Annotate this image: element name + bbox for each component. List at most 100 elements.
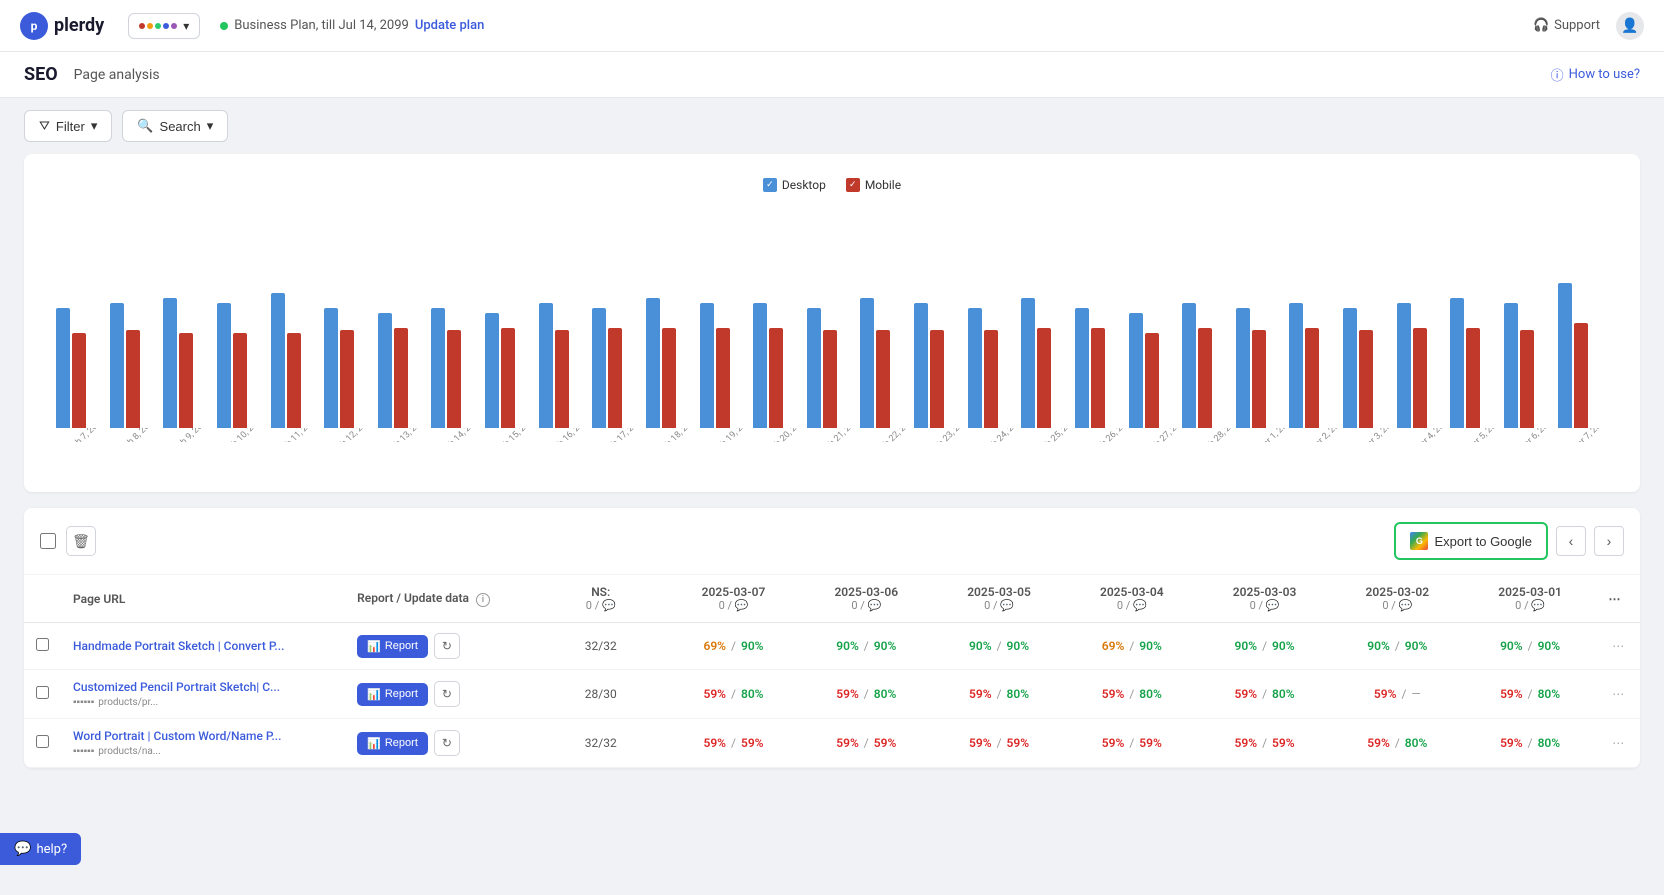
bar-desktop [110, 303, 124, 428]
filter-label: Filter [56, 119, 85, 134]
bar-mobile [716, 328, 730, 428]
bar-mobile [1091, 328, 1105, 428]
bar-mobile [930, 330, 944, 428]
bar-group [378, 313, 429, 428]
bar-desktop [646, 298, 660, 428]
export-google-button[interactable]: G Export to Google [1394, 522, 1548, 560]
bar-desktop [271, 293, 285, 428]
refresh-button[interactable]: ↻ [434, 681, 460, 707]
next-page-button[interactable]: › [1594, 526, 1624, 556]
chevron-down-icon: ▾ [183, 19, 189, 33]
desktop-checkbox[interactable]: ✓ [763, 178, 777, 192]
main-content: ✓ Desktop ✓ Mobile Feb 7, 2025Feb 8, 202… [0, 154, 1664, 792]
help-button[interactable]: 💬 help? [0, 833, 81, 865]
chart-date-label: Feb 25, 2025 [1035, 428, 1081, 442]
bar-group [110, 303, 161, 428]
chart-date-label: Mar 2, 2025 [1304, 428, 1349, 442]
filter-icon: ⛛ [39, 118, 50, 134]
bar-group [860, 298, 911, 428]
table-row: Word Portrait | Custom Word/Name P... ▪▪… [24, 719, 1640, 768]
user-avatar[interactable]: 👤 [1616, 12, 1644, 40]
score-cell: 59% / 80% [1464, 719, 1597, 768]
url-sub: ▪▪▪▪▪▪ products/na... [73, 746, 333, 757]
chevron-down-icon: ▾ [207, 118, 214, 134]
chart-date-label: Feb 20, 2025 [764, 428, 810, 442]
brand-name: plerdy [54, 15, 104, 36]
bar-mobile [340, 330, 354, 428]
info-icon[interactable]: i [476, 593, 490, 607]
chart-date-label: Mar 7, 2025 [1566, 428, 1611, 442]
table-row: Handmade Portrait Sketch | Convert P... … [24, 623, 1640, 670]
bar-desktop [700, 303, 714, 428]
bar-group [700, 303, 751, 428]
chart-date-label: Feb 13, 2025 [383, 428, 429, 442]
bar-group [217, 303, 268, 428]
table-header-row: Page URL Report / Update data i NS: 0 / … [24, 575, 1640, 623]
select-all-checkbox[interactable] [40, 533, 56, 549]
url-sub: ▪▪▪▪▪▪ products/pr... [73, 697, 333, 708]
how-to-use-link[interactable]: ⓘ How to use? [1551, 65, 1640, 84]
row-checkbox-cell [24, 719, 61, 768]
bar-mobile [1037, 328, 1051, 428]
chart-date-label: Feb 14, 2025 [438, 428, 484, 442]
bar-mobile [287, 333, 301, 428]
report-button[interactable]: 📊 Report [357, 635, 428, 658]
bar-desktop [56, 308, 70, 428]
row-checkbox[interactable] [36, 686, 49, 699]
chart-legend: ✓ Desktop ✓ Mobile [48, 178, 1616, 192]
bar-mobile [179, 333, 193, 428]
update-plan-link[interactable]: Update plan [415, 18, 485, 33]
page-analysis-label: Page analysis [74, 67, 160, 83]
row-checkbox[interactable] [36, 735, 49, 748]
bar-group [1397, 303, 1448, 428]
url-link[interactable]: Word Portrait | Custom Word/Name P... [73, 729, 333, 743]
bar-mobile [1574, 323, 1588, 428]
mobile-checkbox[interactable]: ✓ [846, 178, 860, 192]
chart-date-label: Feb 28, 2025 [1198, 428, 1244, 442]
ns-cell: 32/32 [534, 719, 667, 768]
bar-desktop [163, 298, 177, 428]
url-cell: Handmade Portrait Sketch | Convert P... [61, 623, 345, 670]
url-link[interactable]: Customized Pencil Portrait Sketch| C... [73, 680, 333, 694]
bar-desktop [1504, 303, 1518, 428]
prev-page-button[interactable]: ‹ [1556, 526, 1586, 556]
export-label: Export to Google [1434, 534, 1532, 549]
brand-logo[interactable]: p plerdy [20, 12, 104, 40]
chart-date-label: Mar 6, 2025 [1514, 428, 1559, 442]
delete-button[interactable]: 🗑 [66, 526, 96, 556]
bar-group [539, 303, 590, 428]
bar-desktop [485, 313, 499, 428]
bar-group [1236, 308, 1287, 428]
brand-icon: p [20, 12, 48, 40]
table-toolbar-left: 🗑 [40, 526, 96, 556]
report-cell: 📊 Report ↻ [345, 670, 534, 719]
refresh-button[interactable]: ↻ [434, 633, 460, 659]
search-label: Search [160, 119, 201, 134]
bar-desktop [217, 303, 231, 428]
bar-group [1289, 303, 1340, 428]
url-link[interactable]: Handmade Portrait Sketch | Convert P... [73, 639, 333, 653]
report-button[interactable]: 📊 Report [357, 683, 428, 706]
search-button[interactable]: 🔍 Search ▾ [122, 110, 228, 142]
score-cell: 59% / 59% [667, 719, 800, 768]
row-checkbox[interactable] [36, 638, 49, 651]
plan-selector[interactable]: ▾ [128, 13, 200, 39]
chart-area: Feb 7, 2025Feb 8, 2025Feb 9, 2025Feb 10,… [48, 208, 1616, 468]
bar-group [1504, 303, 1555, 428]
filter-button[interactable]: ⛛ Filter ▾ [24, 110, 112, 142]
plan-info: Business Plan, till Jul 14, 2099 Update … [220, 18, 484, 33]
chart-date-label: Feb 24, 2025 [981, 428, 1027, 442]
report-button[interactable]: 📊 Report [357, 732, 428, 755]
support-button[interactable]: 🎧 Support [1533, 18, 1600, 33]
chart-date-label: Feb 12, 2025 [329, 428, 375, 442]
col-page-url: Page URL [61, 575, 345, 623]
bar-desktop [1289, 303, 1303, 428]
bar-group [646, 298, 697, 428]
score-cell: 59% / 59% [1065, 719, 1198, 768]
bar-group [753, 303, 804, 428]
search-icon: 🔍 [137, 118, 153, 134]
chart-date-label: Feb 11, 2025 [275, 428, 321, 442]
trash-icon: 🗑 [72, 533, 90, 550]
refresh-button[interactable]: ↻ [434, 730, 460, 756]
bar-desktop [592, 308, 606, 428]
